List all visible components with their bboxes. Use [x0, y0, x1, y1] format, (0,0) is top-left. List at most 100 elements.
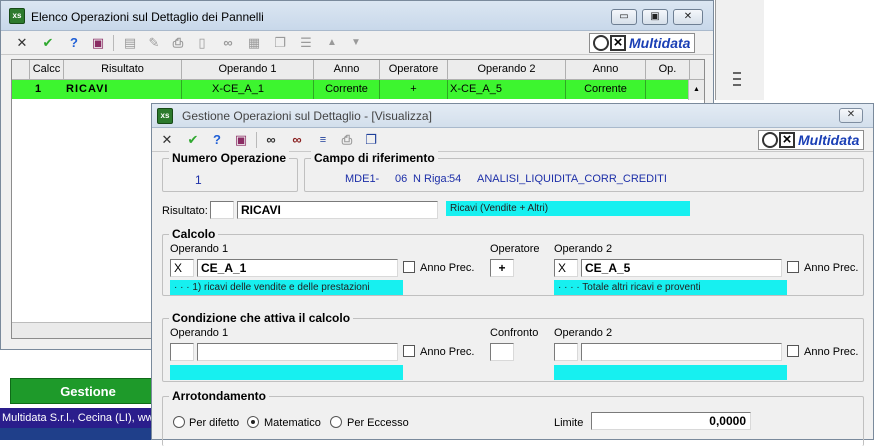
radio-per-eccesso-label: Per Eccesso — [347, 417, 409, 429]
arrow-down-icon[interactable]: ▼ — [347, 35, 365, 51]
radio-per-difetto[interactable] — [173, 416, 185, 428]
condizione-operando1-prefix[interactable] — [170, 343, 194, 361]
book-icon[interactable]: ▣ — [89, 35, 107, 51]
dialog-close-button[interactable]: ✕ — [839, 108, 863, 123]
cell-operatore: + — [380, 80, 448, 99]
risultato-input[interactable]: RICAVI — [237, 201, 438, 219]
campo-riga-label: N Riga: — [413, 173, 450, 185]
condizione-confronto-input[interactable] — [490, 343, 514, 361]
export-icon[interactable]: ▤ — [121, 35, 139, 51]
campo-num: 06 — [395, 173, 408, 185]
calcolo-operatore-input[interactable]: + — [490, 259, 514, 277]
dialog-app-icon: xs — [157, 108, 173, 124]
condizione-anno-prec1-label: Anno Prec. — [420, 346, 475, 358]
condizione-operando2-input[interactable] — [581, 343, 782, 361]
cancel-x-icon[interactable]: ✕ — [158, 132, 176, 148]
confirm-check-icon[interactable]: ✔ — [184, 132, 202, 148]
calcolo-anno-prec2-label: Anno Prec. — [804, 262, 859, 274]
print-icon[interactable]: ⎙ — [338, 132, 356, 148]
sort-icon[interactable]: ≡ — [314, 132, 332, 148]
grid-header-operatore[interactable]: Operatore — [380, 60, 448, 80]
copy-icon[interactable]: ❐ — [362, 132, 380, 148]
bg-window-titlebar: xs Elenco Operazioni sul Dettaglio dei P… — [1, 1, 713, 31]
taskbar-strip — [0, 428, 152, 440]
calcolo-operando2-prefix[interactable]: X — [554, 259, 578, 277]
help-icon[interactable]: ? — [65, 35, 83, 51]
grid-header-operando1[interactable]: Operando 1 — [182, 60, 314, 80]
condizione-anno-prec1-checkbox[interactable] — [403, 345, 415, 357]
gestione-operazioni-dialog: xs Gestione Operazioni sul Dettaglio - [… — [151, 103, 874, 446]
limite-input[interactable]: 0,0000 — [591, 412, 751, 430]
bg-toolbar: ✕ ✔ ? ▣ ▤ ✎ ⎙ ▯ ∞ ▦ ❐ ☰ ▲ ▼ × Multidata — [1, 31, 713, 55]
calcolo-operando1-prefix[interactable]: X — [170, 259, 194, 277]
condizione-operando1-input[interactable] — [197, 343, 398, 361]
dialog-titlebar: xs Gestione Operazioni sul Dettaglio - [… — [152, 104, 873, 128]
binoculars-icon[interactable]: ∞ — [219, 35, 237, 51]
background-desktop-area — [765, 0, 874, 100]
campo-riga: 54 — [449, 173, 462, 185]
calcolo-operando2-input[interactable]: CE_A_5 — [581, 259, 782, 277]
campo-code: MDE1- — [345, 173, 380, 185]
list-icon[interactable]: ☰ — [297, 35, 315, 51]
radio-matematico-label: Matematico — [264, 417, 321, 429]
condizione-anno-prec2-label: Anno Prec. — [804, 346, 859, 358]
search-binoculars-icon[interactable]: ∞ — [262, 132, 280, 148]
close-button[interactable]: ✕ — [673, 9, 703, 25]
grid-header-risultato[interactable]: Risultato — [64, 60, 182, 80]
calcolo-anno-prec1-checkbox[interactable] — [403, 261, 415, 273]
logo-brand-text: Multidata — [798, 132, 860, 148]
grid-icon[interactable]: ▦ — [245, 35, 263, 51]
calcolo-operando1-input[interactable]: CE_A_1 — [197, 259, 398, 277]
risultato-description: Ricavi (Vendite + Altri) — [446, 201, 690, 216]
grid-header-anno2[interactable]: Anno — [566, 60, 646, 80]
table-row[interactable]: 1 RICAVI X-CE_A_1 Corrente + X-CE_A_5 Co… — [12, 80, 690, 99]
confirm-check-icon[interactable]: ✔ — [39, 35, 57, 51]
edit-icon[interactable]: ✎ — [145, 35, 163, 51]
radio-per-eccesso[interactable] — [330, 416, 342, 428]
numero-operazione-group: Numero Operazione 1 — [162, 151, 298, 192]
condizione-operando2-description — [554, 365, 787, 380]
campo-riferimento-label: Campo di riferimento — [311, 151, 438, 165]
book-icon[interactable]: ▣ — [232, 132, 250, 148]
horizontal-scrollbar[interactable] — [12, 322, 162, 338]
copy-icon[interactable]: ❐ — [271, 35, 289, 51]
scroll-up-icon[interactable]: ▲ — [688, 80, 704, 100]
calcolo-anno-prec1-label: Anno Prec. — [420, 262, 475, 274]
toolbar-separator — [256, 132, 257, 148]
condizione-operando2-prefix[interactable] — [554, 343, 578, 361]
condizione-operando1-label: Operando 1 — [170, 327, 229, 339]
calcolo-operatore-label: Operatore — [490, 243, 540, 255]
cancel-x-icon[interactable]: ✕ — [13, 35, 31, 51]
numero-operazione-label: Numero Operazione — [169, 151, 290, 165]
condizione-anno-prec2-checkbox[interactable] — [787, 345, 799, 357]
radio-per-difetto-label: Per difetto — [189, 417, 240, 429]
bg-window-title: Elenco Operazioni sul Dettaglio dei Pann… — [31, 10, 264, 24]
arrow-up-icon[interactable]: ▲ — [323, 35, 341, 51]
restore-button[interactable]: ▣ — [642, 9, 668, 25]
grid-header-calc[interactable]: Calcc — [30, 60, 64, 80]
calcolo-label: Calcolo — [169, 227, 219, 241]
risultato-prefix-input[interactable] — [210, 201, 234, 219]
grid-header-operando2[interactable]: Operando 2 — [448, 60, 566, 80]
status-bar: Multidata S.r.l., Cecina (LI), www. — [0, 408, 152, 428]
arrotondamento-label: Arrotondamento — [169, 389, 269, 403]
minimize-button[interactable]: ▭ — [611, 9, 637, 25]
campo-riferimento-group: Campo di riferimento MDE1- 06 N Riga: 54… — [304, 151, 864, 192]
help-icon[interactable]: ? — [208, 132, 226, 148]
search-next-icon[interactable]: ∞ — [288, 132, 306, 148]
menu-grip-icon — [733, 72, 741, 86]
calcolo-anno-prec2-checkbox[interactable] — [787, 261, 799, 273]
numero-operazione-value: 1 — [195, 173, 202, 187]
logo-brand-text: Multidata — [629, 35, 691, 51]
grid-header-op[interactable]: Op. — [646, 60, 690, 80]
condizione-operando2-label: Operando 2 — [554, 327, 613, 339]
condizione-confronto-label: Confronto — [490, 327, 539, 339]
print-icon[interactable]: ⎙ — [169, 35, 187, 51]
new-document-icon[interactable]: ▯ — [193, 35, 211, 51]
condizione-operando1-description — [170, 365, 403, 380]
gestione-button[interactable]: Gestione — [10, 378, 166, 404]
toolbar-separator — [113, 35, 114, 51]
grid-header-anno1[interactable]: Anno — [314, 60, 380, 80]
logo-circle-icon — [762, 132, 778, 148]
radio-matematico[interactable] — [247, 416, 259, 428]
